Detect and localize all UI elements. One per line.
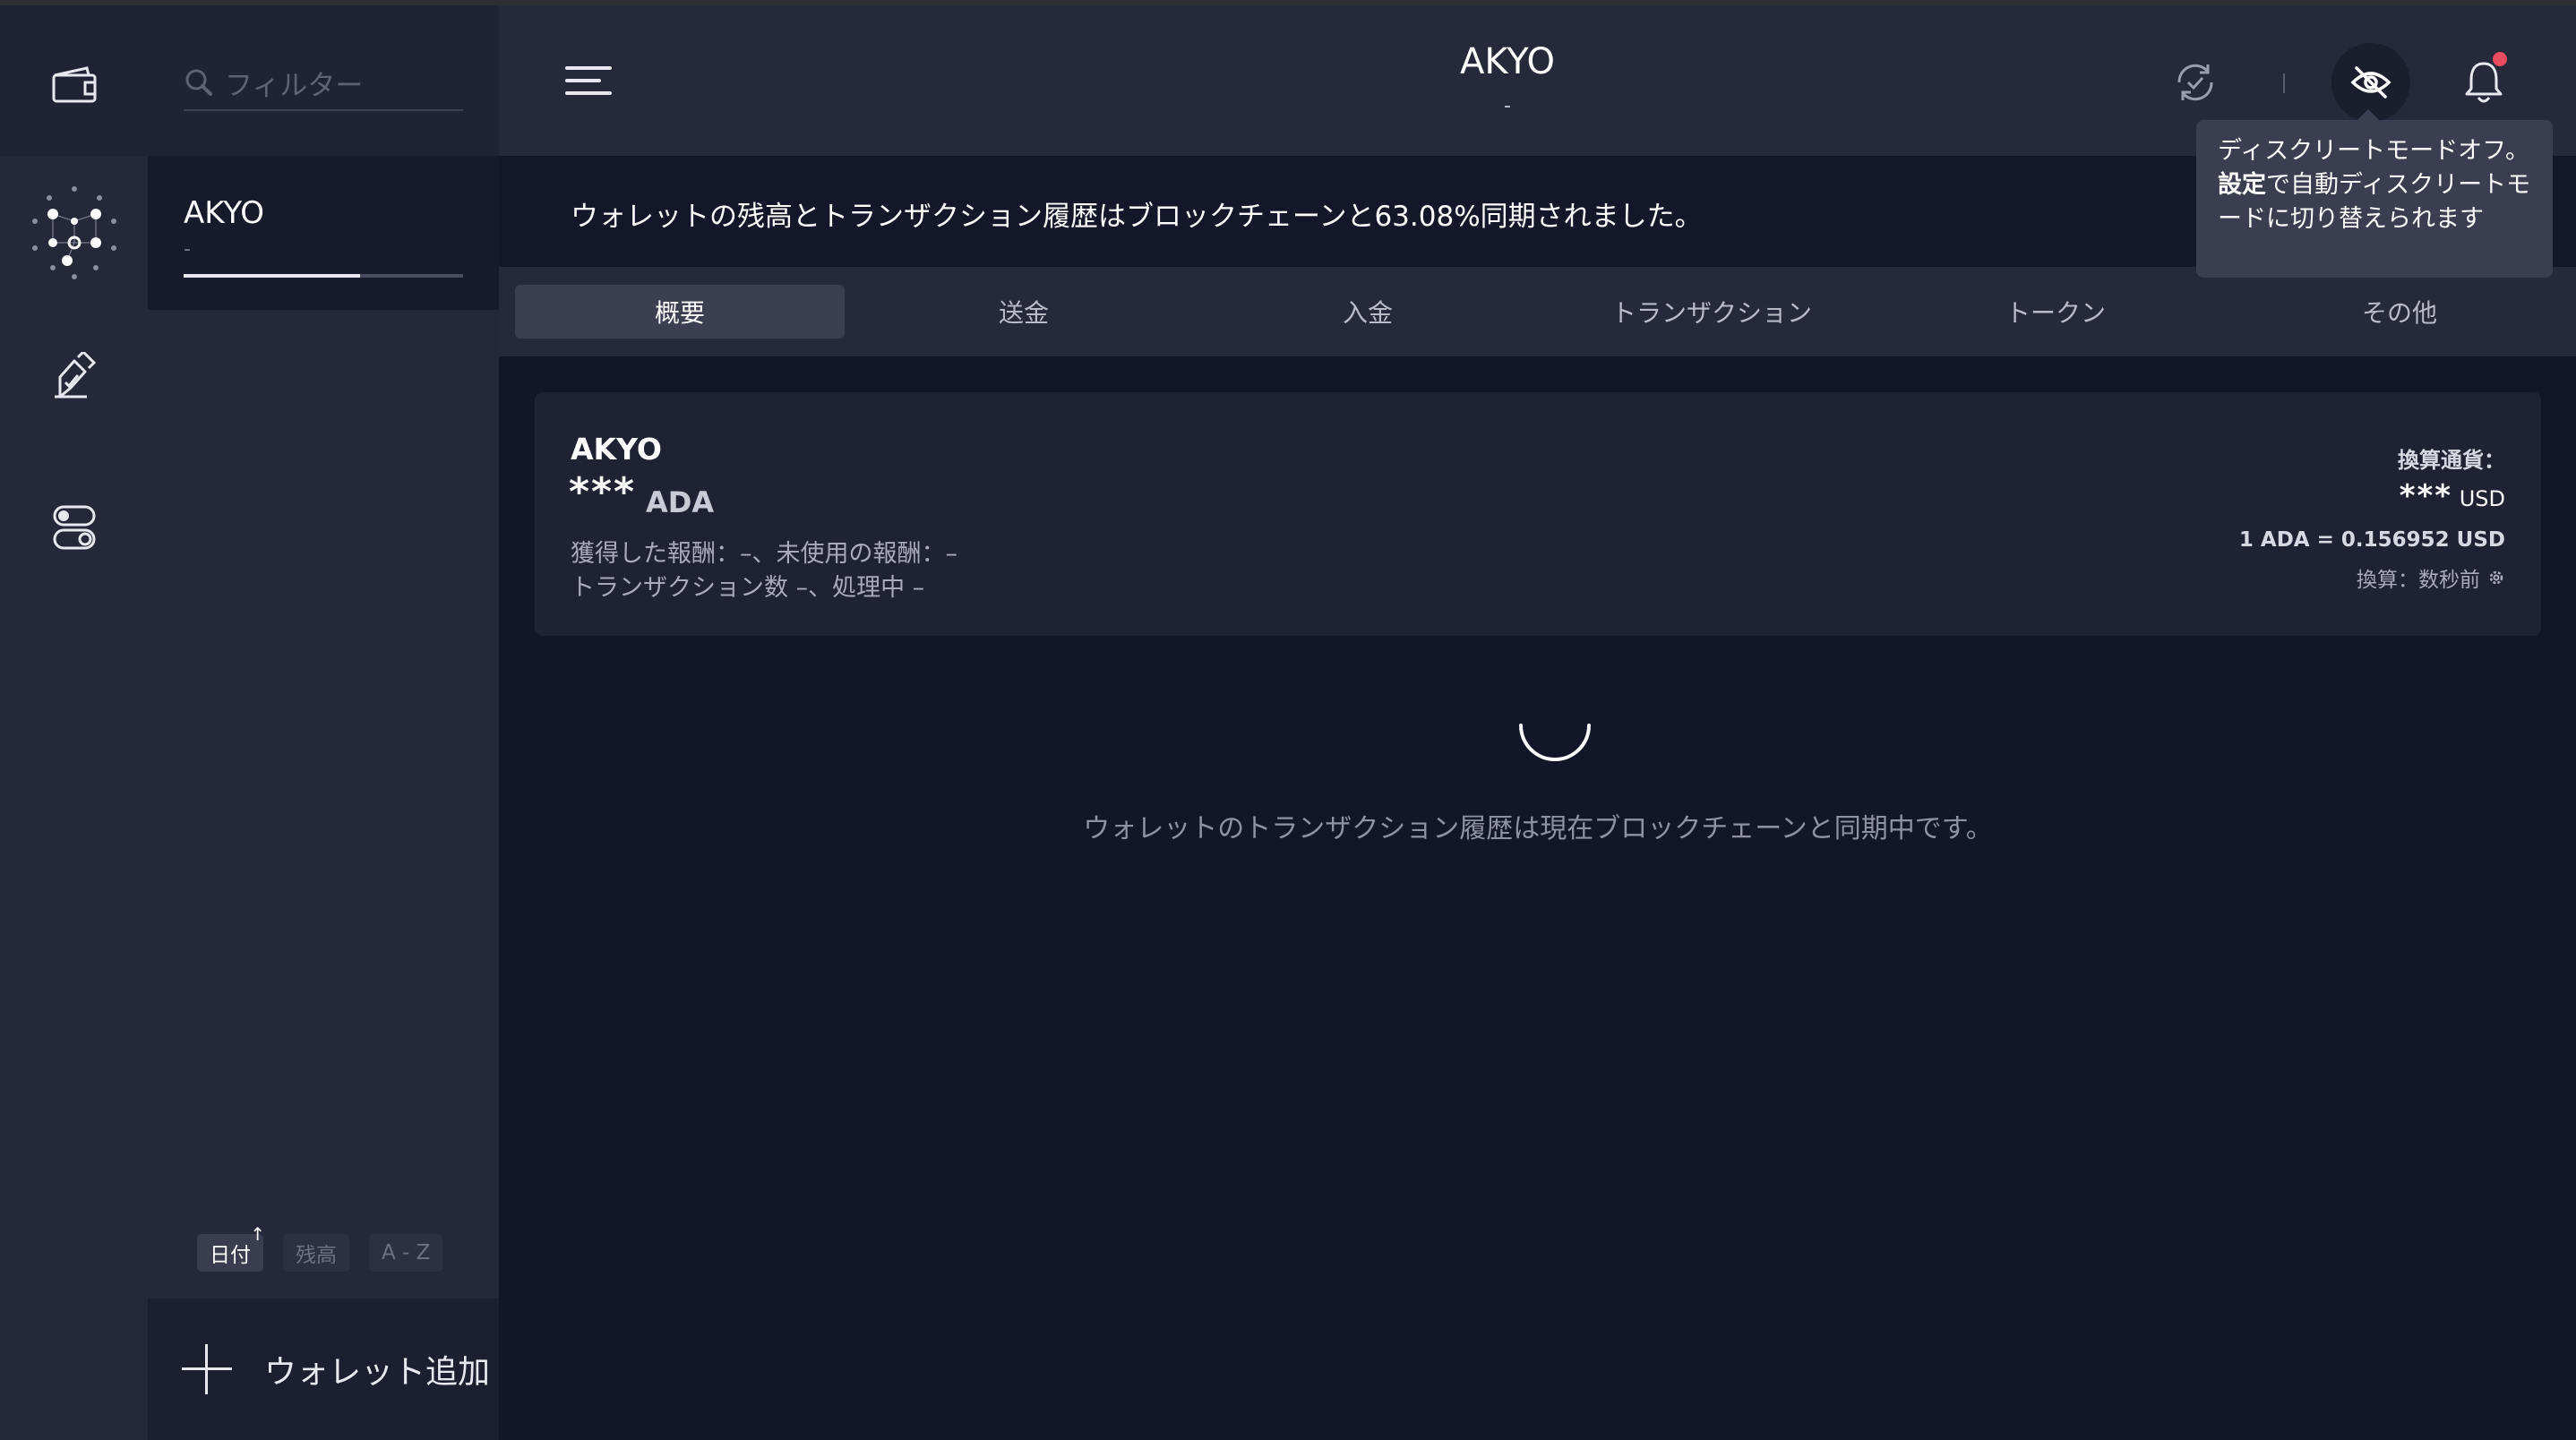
tab-more[interactable]: その他: [2235, 285, 2564, 339]
filter-input[interactable]: フィルター: [184, 56, 463, 111]
conversion-updated-text: 換算：数秒前: [2357, 569, 2480, 592]
filter-placeholder: フィルター: [225, 69, 364, 102]
gear-icon[interactable]: [2487, 569, 2505, 587]
tab-transactions[interactable]: トランザクション: [1547, 285, 1876, 339]
summary-wallet-name: AKYO: [571, 432, 662, 467]
pen-icon: [54, 352, 96, 399]
discreet-mode-tooltip: ディスクリートモードオフ。 設定で自動ディスクリートモードに切り替えられます: [2196, 109, 2553, 278]
wallet-title: AKYO: [1460, 41, 1555, 82]
wallet-summary-card: AKYO *** ADA 獲得した報酬：–、未使用の報酬：– トランザクション数…: [535, 392, 2541, 636]
sort-options: 日付 ↑ 残高 A - Z: [197, 1223, 443, 1272]
toggle-settings-icon: [53, 505, 95, 550]
plus-icon: [182, 1344, 232, 1394]
summary-unit: ADA: [646, 485, 715, 519]
notification-badge: [2493, 52, 2507, 66]
network-icon: [31, 186, 116, 279]
converted-balance-unit: USD: [2459, 486, 2505, 511]
wallet-list-panel: フィルター AKYO - 日付 ↑ 残高 A - Z ウォレット追加: [148, 5, 499, 1440]
sort-arrow-icon: ↑: [250, 1223, 265, 1245]
exchange-rate: 1 ADA = 0.156952 USD: [2238, 528, 2505, 552]
tab-tokens[interactable]: トークン: [1891, 285, 2220, 339]
wallet-item-name: AKYO: [184, 195, 265, 231]
sidebar-rail: [0, 5, 148, 1440]
tab-send[interactable]: 送金: [859, 285, 1189, 339]
summary-transactions: トランザクション数 –、処理中 –: [571, 574, 925, 602]
filter-area: フィルター: [148, 5, 499, 156]
conversion-updated: 換算：数秒前: [2357, 562, 2505, 593]
wallet-sync-progress: [184, 274, 463, 278]
sidebar-voting-button[interactable]: [0, 310, 148, 444]
sort-date-label: 日付: [210, 1244, 251, 1267]
summary-balance: ***: [569, 469, 637, 515]
converted-balance-value: ***: [2399, 478, 2453, 514]
tab-receive[interactable]: 入金: [1203, 285, 1533, 339]
search-icon: [185, 69, 212, 96]
add-wallet-label: ウォレット追加: [264, 1354, 491, 1391]
sort-by-date-button[interactable]: 日付 ↑: [197, 1223, 265, 1272]
wallet-item-subtitle: -: [184, 238, 191, 261]
add-wallet-button[interactable]: ウォレット追加: [148, 1299, 499, 1440]
menu-icon[interactable]: [565, 61, 615, 102]
sidebar-wallets-button[interactable]: [0, 18, 148, 152]
tooltip-prefix: ディスクリートモードオフ。: [2218, 137, 2530, 165]
wallet-list-item[interactable]: AKYO -: [148, 156, 499, 310]
header-divider: [2283, 73, 2285, 93]
tab-summary[interactable]: 概要: [515, 285, 845, 339]
sort-by-name-button[interactable]: A - Z: [369, 1234, 443, 1272]
sync-icon[interactable]: [2167, 54, 2224, 111]
wallet-subtitle: -: [1504, 95, 1511, 117]
wallet-tabs: 概要 送金 入金 トランザクション トークン その他: [499, 267, 2576, 356]
sync-banner-text: ウォレットの残高とトランザクション履歴はブロックチェーンと63.08%同期されま…: [571, 201, 1703, 233]
discreet-mode-icon[interactable]: [2342, 54, 2400, 111]
summary-rewards: 獲得した報酬：–、未使用の報酬：–: [571, 540, 957, 568]
tooltip-settings-link: 設定: [2218, 171, 2266, 199]
wallet-sync-progress-fill: [184, 274, 360, 278]
converted-balance: *** USD: [2400, 478, 2505, 514]
loading-spinner-icon: [1519, 724, 1591, 761]
sync-message: ウォレットのトランザクション履歴は現在ブロックチェーンと同期中です。: [1083, 813, 1993, 844]
conversion-label: 換算通貨：: [2398, 448, 2505, 473]
wallet-icon: [52, 66, 96, 103]
sidebar-network-button[interactable]: [0, 165, 148, 299]
sidebar-settings-button[interactable]: [0, 460, 148, 595]
sort-by-balance-button[interactable]: 残高: [283, 1234, 349, 1272]
